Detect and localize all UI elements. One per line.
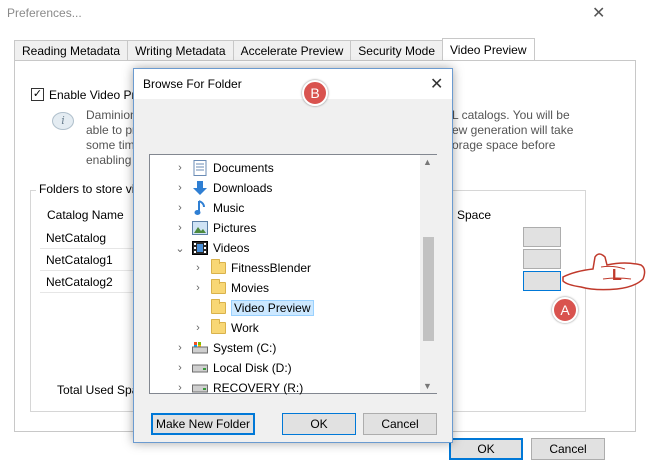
system-drive-icon (191, 340, 209, 356)
tree-item-video-preview[interactable]: Video Preview (192, 298, 314, 318)
tree-item-label: RECOVERY (R:) (213, 381, 304, 395)
scroll-down-icon[interactable]: ▼ (423, 381, 432, 391)
tree-item-label: System (C:) (213, 341, 277, 355)
preferences-cancel-button[interactable]: Cancel (531, 438, 605, 460)
folders-group-label: Folders to store vi (36, 182, 138, 196)
browse-for-folder-dialog: Browse For Folder ✕ › Documents › Downlo… (133, 68, 453, 443)
annotation-badge-a: A (552, 297, 578, 323)
chevron-right-icon[interactable]: › (192, 262, 204, 274)
tree-item-label: Downloads (213, 181, 273, 195)
chevron-right-icon[interactable]: › (174, 342, 186, 354)
folder-icon (209, 279, 227, 296)
tab-security-mode[interactable]: Security Mode (350, 40, 442, 61)
chevron-right-icon[interactable]: › (174, 362, 186, 374)
enable-video-preview-checkbox[interactable]: ✓ (31, 88, 44, 101)
tree-item-label: Documents (213, 161, 274, 175)
info-text-right: L catalogs. You will be ew generation wi… (452, 108, 574, 152)
tree-item-downloads[interactable]: › Downloads (174, 178, 272, 198)
tree-item-label: Movies (231, 281, 270, 295)
documents-icon (191, 160, 209, 176)
tab-reading-metadata[interactable]: Reading Metadata (14, 40, 128, 61)
tree-item-label: FitnessBlender (231, 261, 312, 275)
chevron-right-icon[interactable]: › (174, 382, 186, 394)
folder-icon (209, 259, 227, 276)
tree-item-label: Local Disk (D:) (213, 361, 292, 375)
browse-title: Browse For Folder (143, 77, 242, 91)
tree-item-music[interactable]: › Music (174, 198, 244, 218)
info-icon: i (52, 112, 74, 130)
tree-item-movies[interactable]: › Movies (192, 278, 269, 298)
drive-icon (191, 360, 209, 376)
catalog-name-header: Catalog Name (47, 208, 124, 222)
hand-letter-label: L (612, 267, 622, 284)
tree-item-system-c[interactable]: › System (C:) (174, 338, 276, 358)
chevron-right-icon[interactable]: › (192, 322, 204, 334)
tree-item-label: Music (213, 201, 245, 215)
tree-item-recovery-r[interactable]: › RECOVERY (R:) (174, 378, 303, 398)
tree-item-pictures[interactable]: › Pictures (174, 218, 256, 238)
netcatalog-browse-button[interactable] (523, 227, 561, 247)
preferences-tabs: Reading Metadata Writing Metadata Accele… (14, 38, 535, 61)
pictures-icon (191, 220, 209, 236)
chevron-right-icon[interactable]: › (174, 182, 186, 194)
tree-item-work[interactable]: › Work (192, 318, 259, 338)
tree-item-label: Videos (213, 241, 250, 255)
drive-icon (191, 380, 209, 396)
chevron-right-icon[interactable]: › (174, 202, 186, 214)
browse-ok-button[interactable]: OK (282, 413, 356, 435)
space-header: Space (457, 208, 492, 222)
browse-cancel-button[interactable]: Cancel (363, 413, 437, 435)
preferences-ok-button[interactable]: OK (449, 438, 523, 460)
total-used-space-label: Total Used Spa (57, 383, 139, 397)
chevron-down-icon[interactable]: ⌄ (174, 242, 186, 255)
tab-writing-metadata[interactable]: Writing Metadata (127, 40, 233, 61)
tab-video-preview[interactable]: Video Preview (442, 38, 535, 61)
tree-item-local-disk-d[interactable]: › Local Disk (D:) (174, 358, 292, 378)
tree-item-videos[interactable]: ⌄ Videos (174, 238, 249, 258)
enable-video-preview-label: Enable Video Pre (49, 88, 143, 102)
hand-pointer-icon: L (562, 253, 646, 291)
chevron-right-icon[interactable]: › (192, 282, 204, 294)
scrollbar-thumb[interactable] (423, 237, 434, 341)
make-new-folder-button[interactable]: Make New Folder (151, 413, 255, 435)
preferences-title: Preferences... (7, 6, 82, 20)
chevron-right-icon[interactable]: › (174, 222, 186, 234)
music-note-icon (191, 200, 209, 216)
annotation-badge-b: B (302, 80, 328, 106)
scroll-up-icon[interactable]: ▲ (423, 157, 432, 167)
tree-item-fitnessblender[interactable]: › FitnessBlender (192, 258, 311, 278)
catalog-row-netcatalog[interactable]: NetCatalog (46, 231, 106, 245)
chevron-right-icon[interactable]: › (174, 162, 186, 174)
videos-icon (191, 240, 209, 256)
catalog-row-netcatalog1[interactable]: NetCatalog1 (46, 253, 113, 267)
catalog-row-netcatalog2[interactable]: NetCatalog2 (46, 275, 113, 289)
tree-item-label: Work (231, 321, 259, 335)
download-arrow-icon (191, 180, 209, 196)
folder-icon (209, 319, 227, 336)
tab-accelerate-preview[interactable]: Accelerate Preview (232, 40, 351, 61)
tree-item-label-selected: Video Preview (231, 300, 314, 316)
browse-close-icon[interactable]: ✕ (430, 74, 443, 94)
folder-icon (209, 299, 227, 316)
tree-item-documents[interactable]: › Documents (174, 158, 274, 178)
preferences-close-icon[interactable]: ✕ (592, 3, 605, 23)
tree-item-label: Pictures (213, 221, 257, 235)
